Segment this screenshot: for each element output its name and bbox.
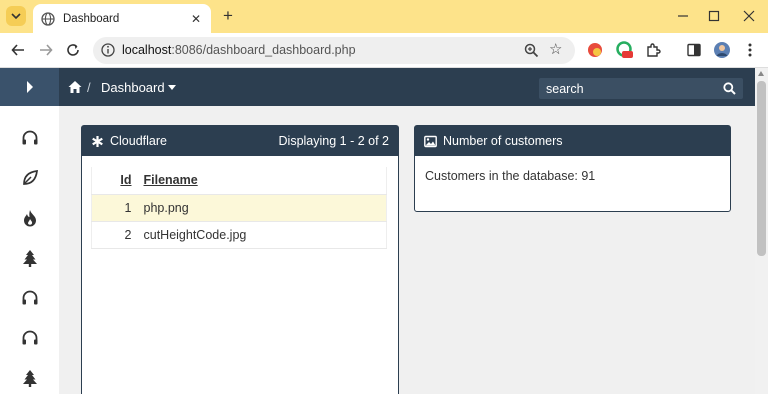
cell-filename: php.png	[137, 194, 387, 222]
search-input[interactable]	[539, 78, 719, 99]
headphones-icon[interactable]	[20, 288, 40, 308]
column-header-id[interactable]: Id	[91, 167, 138, 195]
browser-tab[interactable]: Dashboard ✕	[33, 4, 211, 33]
cloudflare-panel-title: Cloudflare	[110, 134, 167, 148]
reload-button[interactable]	[64, 41, 82, 59]
extension-icon-2[interactable]	[615, 40, 635, 60]
cell-id: 2	[91, 221, 138, 249]
files-table: Id Filename 1 php.png 2 cutHeightCode.jp…	[91, 167, 387, 249]
pagination-summary: Displaying 1 - 2 of 2	[278, 134, 389, 148]
close-icon	[743, 10, 755, 22]
extension-red-icon	[588, 43, 602, 57]
maximize-button[interactable]	[703, 5, 725, 27]
customers-panel: Number of customers Customers in the dat…	[414, 125, 731, 212]
tab-search-button[interactable]	[6, 6, 26, 26]
tree-icon[interactable]	[20, 368, 40, 388]
fire-icon[interactable]	[20, 208, 40, 228]
profile-avatar[interactable]	[712, 40, 732, 60]
customers-panel-header: Number of customers	[415, 126, 730, 156]
minimize-icon	[678, 15, 688, 17]
leaf-icon[interactable]	[20, 168, 40, 188]
extensions-button[interactable]	[643, 40, 663, 60]
minimize-button[interactable]	[672, 5, 694, 27]
search-icon[interactable]	[723, 82, 736, 95]
caret-right-icon	[26, 81, 33, 93]
scroll-thumb[interactable]	[757, 81, 766, 256]
avatar-icon	[714, 42, 730, 58]
customers-count-text: Customers in the database: 91	[425, 169, 596, 183]
zoom-icon[interactable]	[524, 43, 539, 58]
side-panel-button[interactable]	[684, 40, 704, 60]
reload-icon	[67, 44, 79, 56]
asterisk-icon	[92, 135, 103, 147]
cell-id: 1	[91, 194, 138, 222]
column-header-filename[interactable]: Filename	[137, 167, 387, 195]
address-bar[interactable]: localhost:8086/dashboard_dashboard.php ☆	[93, 37, 575, 64]
arrow-left-icon	[11, 44, 24, 56]
table-row[interactable]: 2 cutHeightCode.jpg	[91, 221, 387, 249]
extension-icon-1[interactable]	[585, 40, 605, 60]
cloudflare-panel: Cloudflare Displaying 1 - 2 of 2 Id File…	[81, 125, 399, 394]
breadcrumb-separator: /	[87, 80, 91, 95]
browser-menu-button[interactable]	[740, 40, 760, 60]
app-viewport: / Dashboard Cloudflare Displaying 1 - 2 …	[0, 68, 768, 394]
url-text: localhost:8086/dashboard_dashboard.php	[122, 43, 356, 57]
headphones-icon[interactable]	[20, 328, 40, 348]
more-vertical-icon	[748, 43, 752, 57]
app-topbar: / Dashboard	[59, 68, 755, 106]
search-box	[539, 78, 743, 99]
sidebar	[0, 68, 59, 394]
side-panel-icon	[687, 43, 701, 57]
cloudflare-panel-header: Cloudflare Displaying 1 - 2 of 2	[82, 126, 398, 156]
sidebar-toggle-button[interactable]	[0, 68, 59, 106]
table-row[interactable]: 1 php.png	[91, 194, 387, 222]
cell-filename: cutHeightCode.jpg	[137, 221, 387, 249]
page-scrollbar[interactable]	[755, 68, 768, 394]
window-close-button[interactable]	[738, 5, 760, 27]
tree-icon[interactable]	[20, 248, 40, 268]
table-header-row: Id Filename	[91, 167, 387, 195]
forward-button[interactable]	[37, 41, 55, 59]
extension-green-icon	[616, 41, 633, 58]
puzzle-icon	[647, 43, 661, 57]
back-button[interactable]	[9, 41, 27, 59]
browser-toolbar: localhost:8086/dashboard_dashboard.php ☆	[0, 33, 768, 68]
breadcrumb-dashboard-dropdown[interactable]: Dashboard	[101, 80, 176, 95]
chevron-down-icon	[11, 13, 21, 20]
image-icon	[424, 135, 437, 147]
bookmark-star-icon[interactable]: ☆	[549, 42, 562, 58]
tab-close-icon[interactable]: ✕	[189, 12, 203, 26]
customers-panel-title: Number of customers	[443, 134, 563, 148]
maximize-icon	[708, 10, 720, 22]
info-icon[interactable]	[101, 43, 115, 57]
browser-tab-strip: Dashboard ✕ +	[0, 0, 768, 33]
home-icon[interactable]	[68, 80, 82, 94]
arrow-right-icon	[40, 44, 53, 56]
headphones-icon[interactable]	[20, 128, 40, 148]
new-tab-button[interactable]: +	[219, 7, 237, 25]
globe-icon	[41, 11, 55, 26]
scroll-up-arrow-icon[interactable]	[758, 71, 764, 76]
tab-title: Dashboard	[63, 12, 120, 25]
caret-down-icon	[167, 85, 176, 90]
